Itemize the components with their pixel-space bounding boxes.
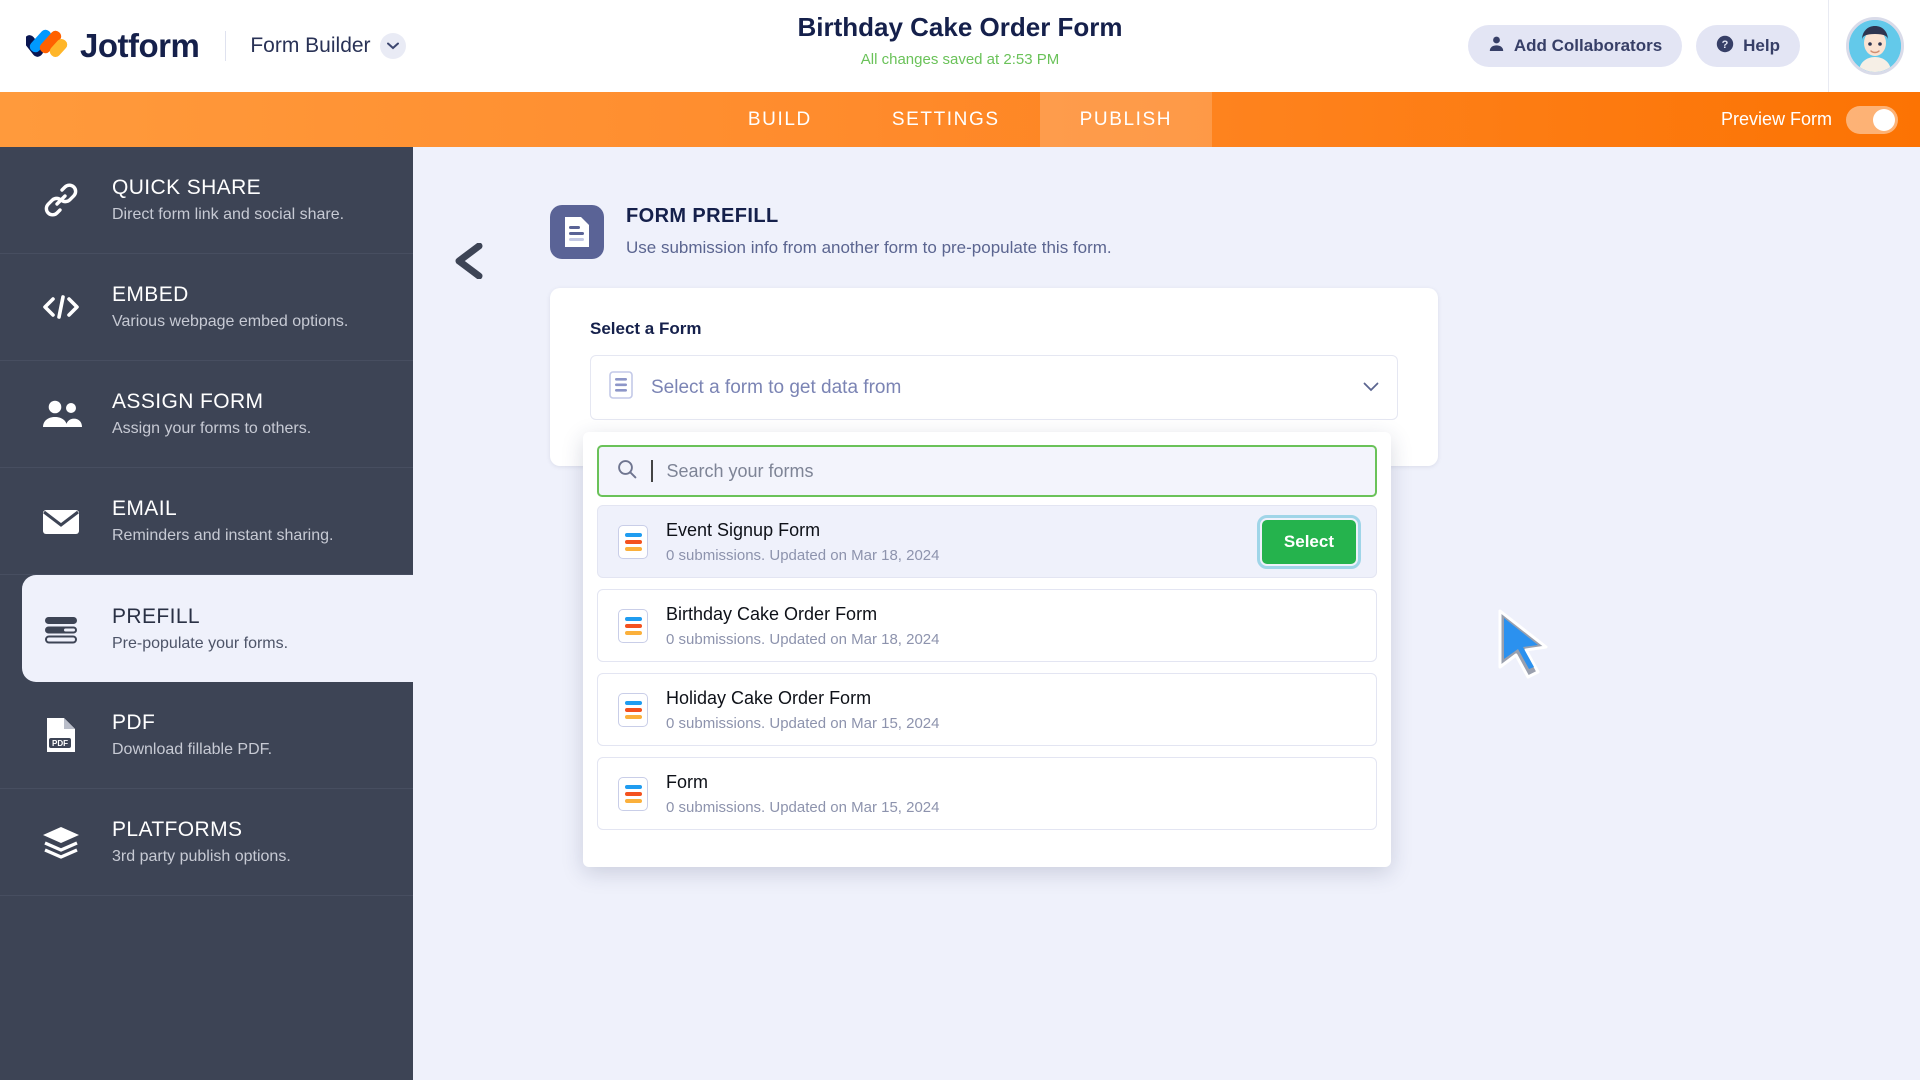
form-lines-icon xyxy=(609,371,633,404)
list-item-meta: 0 submissions. Updated on Mar 15, 2024 xyxy=(666,798,940,816)
form-icon xyxy=(618,776,648,811)
select-button[interactable]: Select xyxy=(1256,515,1362,569)
sidebar-item-title: EMAIL xyxy=(112,497,178,520)
sidebar-item-title: PLATFORMS xyxy=(112,818,243,841)
search-icon xyxy=(617,459,637,484)
jotform-logo-icon xyxy=(23,26,70,66)
search-row: Search your forms xyxy=(583,432,1391,497)
preview-form-label: Preview Form xyxy=(1720,109,1832,129)
list-item[interactable]: Form 0 submissions. Updated on Mar 15, 2… xyxy=(597,757,1377,830)
list-item-meta: 0 submissions. Updated on Mar 18, 2024 xyxy=(666,630,940,648)
publish-navbar: BUILD SETTINGS PUBLISH Preview Form xyxy=(0,92,1920,147)
pdf-icon: PDF xyxy=(38,716,84,754)
preview-form-control: Preview Form xyxy=(1721,92,1898,147)
tab-settings[interactable]: SETTINGS xyxy=(852,92,1040,147)
app-header: Jotform Form Builder Birthday Cake Order… xyxy=(0,0,1920,92)
form-select-dropdown-trigger[interactable]: Select a form to get data from xyxy=(590,355,1398,420)
sidebar-item-sub: Pre-populate your forms. xyxy=(112,634,289,652)
add-collaborators-button[interactable]: Add Collaborators xyxy=(1467,25,1683,67)
publish-sidebar: QUICK SHARE Direct form link and social … xyxy=(0,147,413,1080)
sidebar-item-prefill[interactable]: PREFILL Pre-populate your forms. xyxy=(22,575,413,682)
list-item-name: Event Signup Form xyxy=(666,519,821,540)
list-item-name: Birthday Cake Order Form xyxy=(666,603,878,624)
form-icon xyxy=(618,608,648,643)
form-prefill-icon xyxy=(550,205,604,259)
sidebar-item-title: ASSIGN FORM xyxy=(112,390,264,413)
link-icon xyxy=(38,181,84,219)
form-builder-label: Form Builder xyxy=(250,34,371,57)
sidebar-item-sub: Assign your forms to others. xyxy=(112,420,312,437)
sidebar-item-email[interactable]: EMAIL Reminders and instant sharing. xyxy=(0,468,413,575)
prefill-title: FORM PREFILL xyxy=(626,205,779,227)
list-item[interactable]: Birthday Cake Order Form 0 submissions. … xyxy=(597,589,1377,662)
avatar-container xyxy=(1828,0,1920,92)
user-icon xyxy=(1488,35,1505,57)
main-content: FORM PREFILL Use submission info from an… xyxy=(413,147,1920,1080)
sidebar-item-sub: Various webpage embed options. xyxy=(112,313,349,330)
search-placeholder: Search your forms xyxy=(666,460,814,481)
prefill-bars-icon xyxy=(38,614,84,644)
form-select-placeholder: Select a form to get data from xyxy=(651,376,902,398)
header-divider xyxy=(225,31,227,61)
jotform-publish-prefill-page: Jotform Form Builder Birthday Cake Order… xyxy=(0,0,1920,1080)
brand-name: Jotform xyxy=(80,27,200,64)
form-icon xyxy=(618,524,648,559)
list-item-name: Form xyxy=(666,771,708,792)
sidebar-item-sub: Direct form link and social share. xyxy=(112,206,345,223)
envelope-icon xyxy=(38,506,84,536)
text-caret xyxy=(651,460,653,482)
nav-tab-list: BUILD SETTINGS PUBLISH xyxy=(708,92,1213,147)
back-arrow-icon[interactable] xyxy=(453,242,487,284)
help-button[interactable]: ? Help xyxy=(1696,25,1800,67)
avatar[interactable] xyxy=(1845,17,1904,75)
add-collaborators-label: Add Collaborators xyxy=(1513,36,1663,55)
layers-icon xyxy=(38,825,84,859)
prefill-subtitle: Use submission info from another form to… xyxy=(626,238,1112,257)
svg-text:?: ? xyxy=(1722,39,1729,51)
svg-text:PDF: PDF xyxy=(52,739,68,748)
toggle-knob xyxy=(1873,108,1895,131)
form-select-dropdown-panel: Search your forms Event Signup Form 0 su… xyxy=(583,432,1391,867)
tab-publish[interactable]: PUBLISH xyxy=(1039,92,1213,147)
code-icon xyxy=(38,292,84,322)
sidebar-item-sub: Download fillable PDF. xyxy=(112,741,273,758)
sidebar-item-title: EMBED xyxy=(112,283,189,306)
brand-logo[interactable]: Jotform xyxy=(0,26,200,66)
list-item[interactable]: Event Signup Form 0 submissions. Updated… xyxy=(597,505,1377,578)
help-label: Help xyxy=(1743,36,1780,55)
sidebar-item-sub: 3rd party publish options. xyxy=(112,848,291,865)
form-builder-menu[interactable]: Form Builder xyxy=(250,33,406,59)
sidebar-item-title: PREFILL xyxy=(112,604,200,628)
sidebar-item-title: PDF xyxy=(112,711,156,734)
list-item[interactable]: Holiday Cake Order Form 0 submissions. U… xyxy=(597,673,1377,746)
header-actions: Add Collaborators ? Help xyxy=(1467,0,1920,92)
chevron-down-icon xyxy=(1363,379,1379,397)
form-icon xyxy=(618,692,648,727)
sidebar-item-embed[interactable]: EMBED Various webpage embed options. xyxy=(0,254,413,361)
question-circle-icon: ? xyxy=(1716,35,1734,58)
sidebar-item-assign-form[interactable]: ASSIGN FORM Assign your forms to others. xyxy=(0,361,413,468)
select-a-form-label: Select a Form xyxy=(590,319,702,338)
mouse-cursor-icon xyxy=(1494,609,1556,692)
people-icon xyxy=(38,399,84,429)
sidebar-item-title: QUICK SHARE xyxy=(112,176,262,199)
preview-form-toggle[interactable] xyxy=(1846,105,1898,134)
form-list: Event Signup Form 0 submissions. Updated… xyxy=(583,497,1391,830)
prefill-header: FORM PREFILL Use submission info from an… xyxy=(550,205,1112,259)
sidebar-item-quick-share[interactable]: QUICK SHARE Direct form link and social … xyxy=(0,147,413,254)
sidebar-item-pdf[interactable]: PDF PDF Download fillable PDF. xyxy=(0,682,413,789)
list-item-meta: 0 submissions. Updated on Mar 18, 2024 xyxy=(666,546,940,564)
list-item-meta: 0 submissions. Updated on Mar 15, 2024 xyxy=(666,714,940,732)
search-input[interactable]: Search your forms xyxy=(597,445,1377,497)
list-item-name: Holiday Cake Order Form xyxy=(666,687,872,708)
chevron-down-icon xyxy=(379,33,406,59)
tab-build[interactable]: BUILD xyxy=(708,92,852,147)
sidebar-item-sub: Reminders and instant sharing. xyxy=(112,527,334,544)
sidebar-item-platforms[interactable]: PLATFORMS 3rd party publish options. xyxy=(0,789,413,896)
